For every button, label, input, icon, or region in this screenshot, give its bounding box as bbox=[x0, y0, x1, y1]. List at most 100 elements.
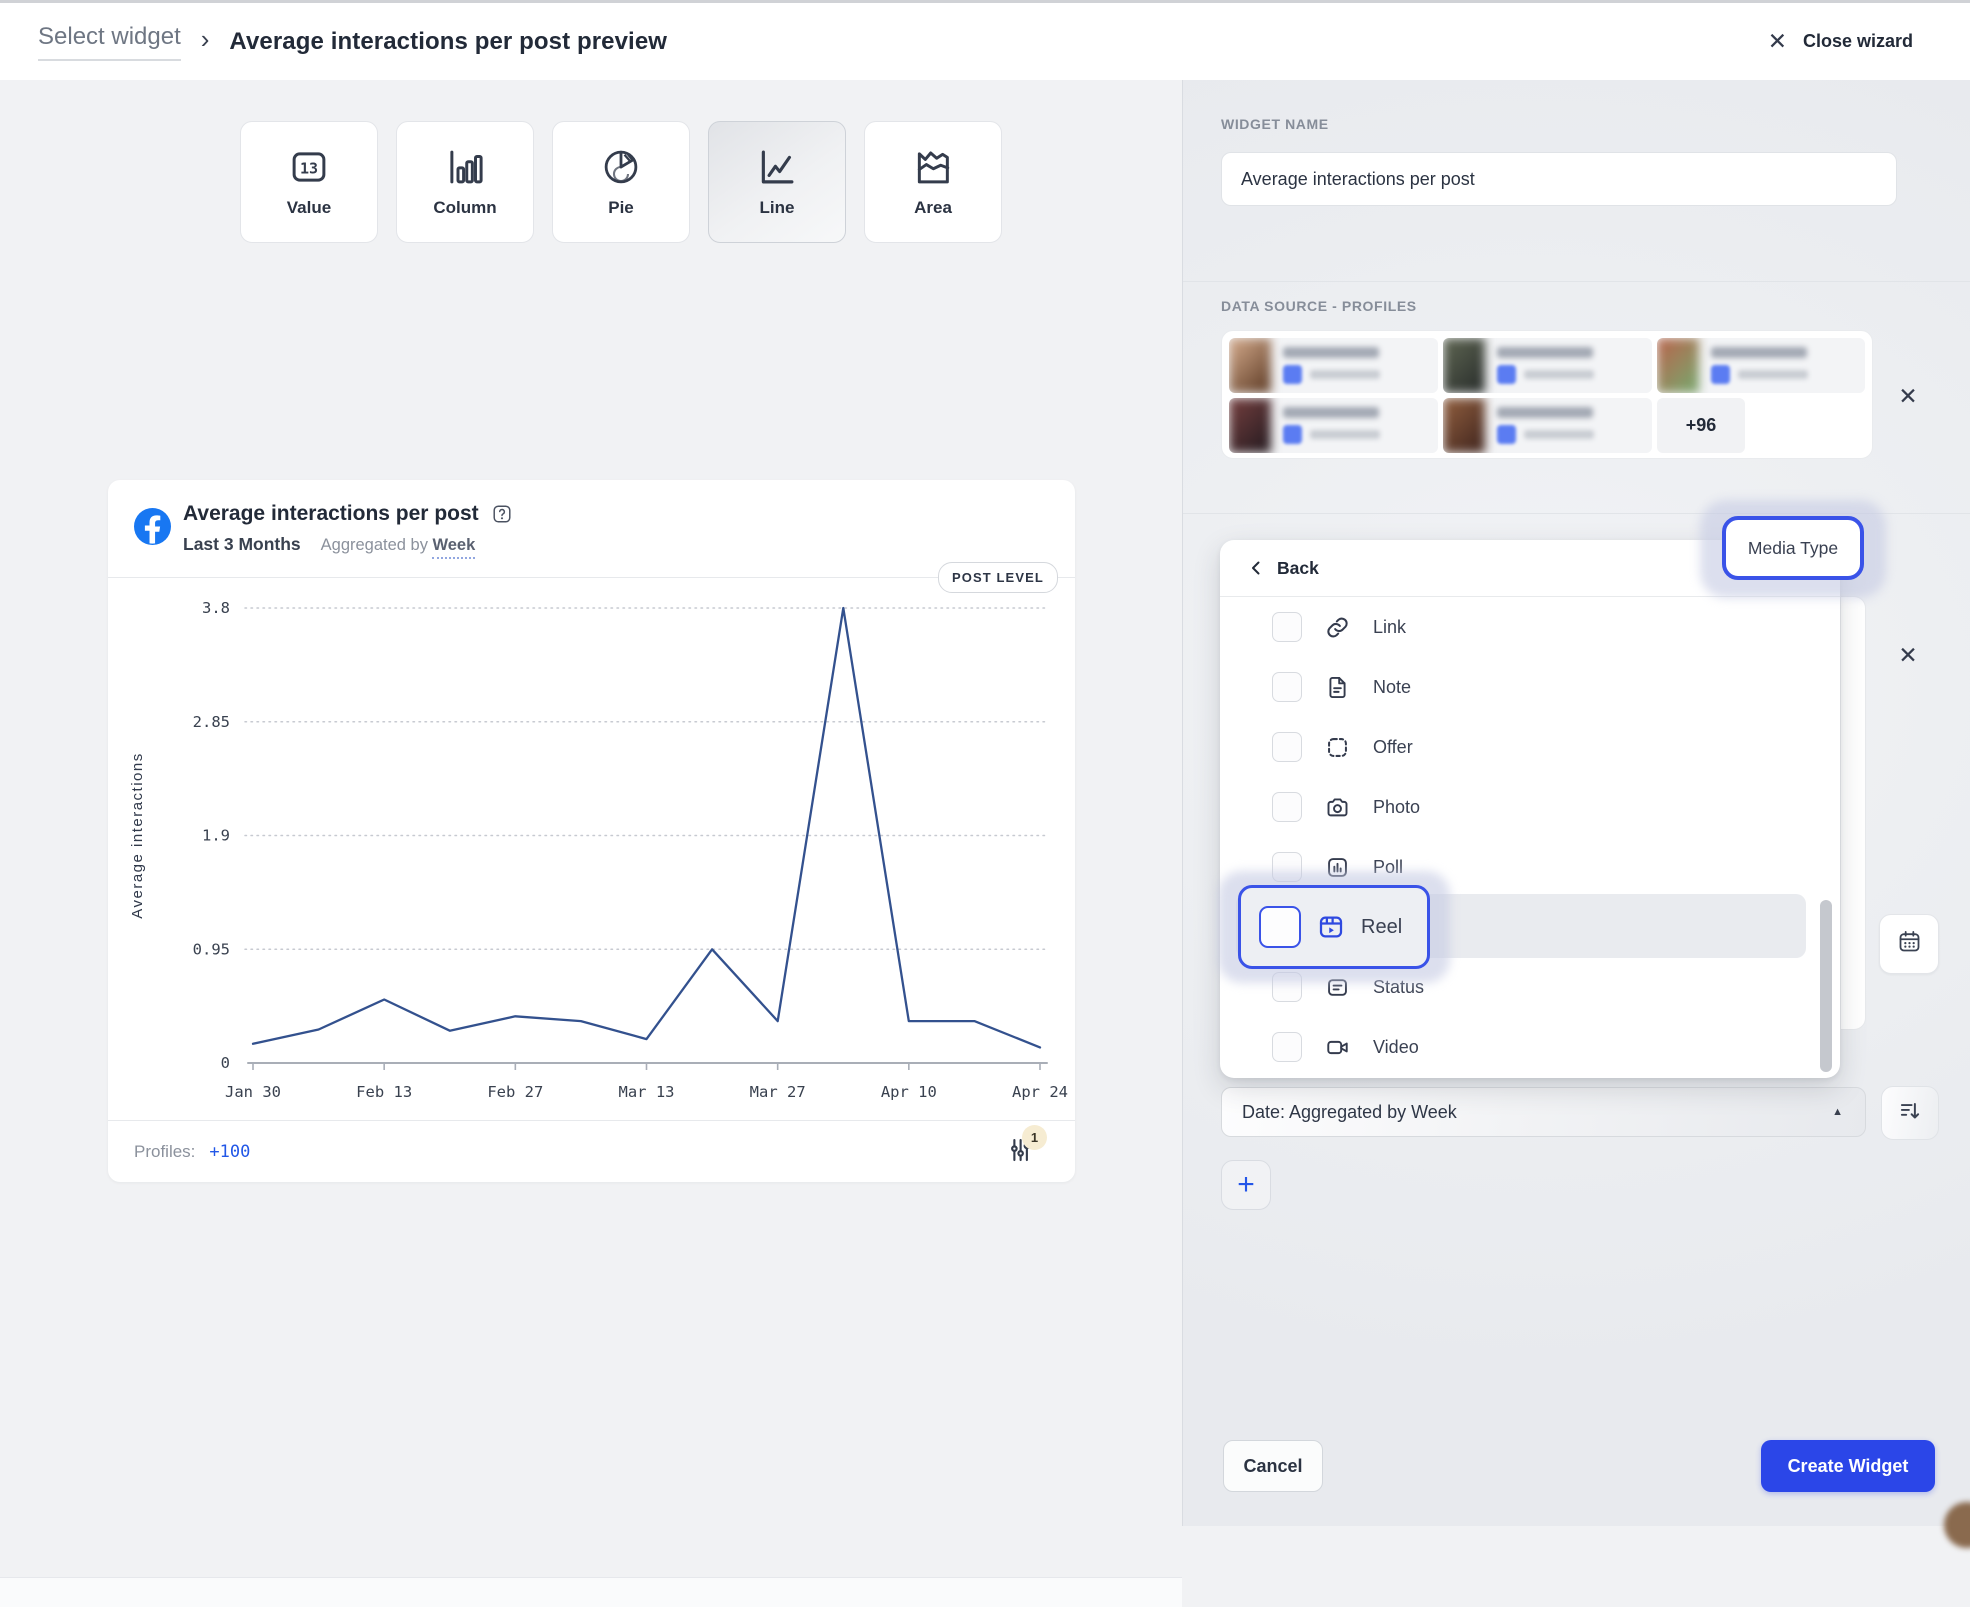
facebook-badge-icon bbox=[1497, 365, 1516, 384]
checkbox[interactable] bbox=[1272, 792, 1302, 822]
profile-chip[interactable] bbox=[1443, 338, 1652, 393]
media-type-label: Media Type bbox=[1748, 538, 1838, 559]
aggregated-by-label: Aggregated by bbox=[321, 536, 428, 554]
media-type-option-offer[interactable]: Offer bbox=[1220, 717, 1840, 777]
blurred-profile-meta bbox=[1738, 370, 1808, 379]
offer-icon bbox=[1324, 734, 1351, 761]
profile-chip[interactable] bbox=[1443, 398, 1652, 453]
sort-button[interactable] bbox=[1881, 1086, 1939, 1140]
profile-chip[interactable] bbox=[1229, 338, 1438, 393]
blurred-profile-meta bbox=[1524, 370, 1594, 379]
widget-name-input[interactable] bbox=[1221, 152, 1897, 206]
note-icon bbox=[1324, 674, 1351, 701]
remove-profiles-source-button[interactable]: ✕ bbox=[1893, 381, 1923, 411]
media-type-dropdown: Back LinkNoteOfferPhotoPollReelStatusVid… bbox=[1220, 540, 1840, 1078]
profile-info bbox=[1271, 398, 1438, 453]
calendar-icon bbox=[1896, 928, 1923, 960]
post-level-badge: POST LEVEL bbox=[938, 562, 1058, 593]
checkbox[interactable] bbox=[1272, 612, 1302, 642]
add-filter-button[interactable]: + bbox=[1221, 1160, 1271, 1210]
reel-option-label: Reel bbox=[1361, 916, 1402, 939]
profile-info bbox=[1485, 398, 1652, 453]
breadcrumb: Select widget › Average interactions per… bbox=[38, 23, 667, 61]
svg-text:0.95: 0.95 bbox=[193, 940, 230, 958]
chart-type-area[interactable]: Area bbox=[864, 121, 1002, 243]
svg-text:Average interactions: Average interactions bbox=[129, 752, 146, 918]
facebook-badge-icon bbox=[1283, 365, 1302, 384]
value-13-icon: 13 bbox=[288, 146, 330, 188]
media-type-option-label: Video bbox=[1373, 1037, 1419, 1058]
close-wizard-label: Close wizard bbox=[1803, 31, 1913, 52]
svg-text:Feb 13: Feb 13 bbox=[356, 1083, 412, 1101]
media-type-option-label: Link bbox=[1373, 617, 1406, 638]
sliders-icon bbox=[1005, 1152, 1035, 1169]
bottom-bar bbox=[0, 1577, 1182, 1607]
date-aggregation-label: Date: Aggregated by Week bbox=[1242, 1102, 1457, 1123]
reel-option-spotlight[interactable]: Reel bbox=[1238, 885, 1430, 969]
chart-type-value[interactable]: 13 Value bbox=[240, 121, 378, 243]
chart-type-label: Value bbox=[287, 198, 331, 218]
blurred-profile-name bbox=[1711, 347, 1807, 358]
caret-up-icon: ▲ bbox=[1832, 1106, 1843, 1118]
chevron-right-icon: › bbox=[201, 26, 210, 52]
chart-title: Average interactions per post bbox=[183, 502, 479, 526]
chevron-left-icon bbox=[1248, 560, 1264, 576]
media-type-option-photo[interactable]: Photo bbox=[1220, 777, 1840, 837]
close-icon: ✕ bbox=[1898, 644, 1917, 667]
media-type-option-note[interactable]: Note bbox=[1220, 657, 1840, 717]
help-icon[interactable] bbox=[491, 503, 513, 525]
cancel-button[interactable]: Cancel bbox=[1223, 1440, 1323, 1492]
svg-text:Feb 27: Feb 27 bbox=[487, 1083, 543, 1101]
chart-type-label: Column bbox=[433, 198, 496, 218]
back-label: Back bbox=[1277, 558, 1319, 579]
page-title: Average interactions per post preview bbox=[229, 28, 667, 56]
line-chart-icon bbox=[756, 146, 798, 188]
avatar bbox=[1443, 398, 1485, 453]
media-type-list: LinkNoteOfferPhotoPollReelStatusVideo bbox=[1220, 597, 1840, 1077]
blurred-profile-name bbox=[1497, 407, 1593, 418]
media-type-option-video[interactable]: Video bbox=[1220, 1017, 1840, 1077]
chart-type-pie[interactable]: Pie bbox=[552, 121, 690, 243]
checkbox[interactable] bbox=[1272, 732, 1302, 762]
checkbox[interactable] bbox=[1272, 1032, 1302, 1062]
column-chart-icon bbox=[444, 146, 486, 188]
card-divider bbox=[108, 577, 1075, 578]
media-type-option-link[interactable]: Link bbox=[1220, 597, 1840, 657]
facebook-icon bbox=[134, 508, 171, 545]
blurred-profile-meta bbox=[1310, 430, 1380, 439]
reel-checkbox[interactable] bbox=[1259, 906, 1301, 948]
filter-count-badge: 1 bbox=[1022, 1125, 1047, 1150]
profile-info bbox=[1485, 338, 1652, 393]
chart-type-label: Area bbox=[914, 198, 952, 218]
svg-text:Mar 27: Mar 27 bbox=[750, 1083, 806, 1101]
breadcrumb-select-widget[interactable]: Select widget bbox=[38, 23, 181, 61]
chart-type-label: Line bbox=[760, 198, 795, 218]
profiles-more-chip[interactable]: +96 bbox=[1657, 398, 1745, 453]
scrollbar-thumb[interactable] bbox=[1820, 900, 1832, 1072]
profile-chip[interactable] bbox=[1657, 338, 1865, 393]
chart-type-label: Pie bbox=[608, 198, 634, 218]
profiles-count-link[interactable]: +100 bbox=[209, 1142, 250, 1162]
media-type-spotlight[interactable]: Media Type bbox=[1722, 516, 1864, 580]
close-icon: ✕ bbox=[1768, 30, 1787, 53]
avatar bbox=[1657, 338, 1699, 393]
profile-chip[interactable] bbox=[1229, 398, 1438, 453]
remove-metric-button[interactable]: ✕ bbox=[1893, 640, 1923, 670]
date-aggregation-dropdown[interactable]: Date: Aggregated by Week ▲ bbox=[1221, 1087, 1866, 1137]
line-chart: Jan 30Feb 13Feb 27Mar 13Mar 27Apr 10Apr … bbox=[108, 480, 1075, 1120]
avatar bbox=[1443, 338, 1485, 393]
chart-filters-button[interactable]: 1 bbox=[1005, 1135, 1035, 1165]
card-footer: Profiles: +100 1 bbox=[108, 1121, 1075, 1182]
chart-type-line[interactable]: Line bbox=[708, 121, 846, 243]
facebook-badge-icon bbox=[1497, 425, 1516, 444]
svg-text:2.85: 2.85 bbox=[193, 713, 230, 731]
pie-chart-icon bbox=[600, 146, 642, 188]
create-widget-button[interactable]: Create Widget bbox=[1761, 1440, 1935, 1492]
checkbox[interactable] bbox=[1272, 672, 1302, 702]
aggregated-by-value[interactable]: Week bbox=[432, 536, 475, 559]
close-wizard-button[interactable]: ✕ Close wizard bbox=[1768, 3, 1913, 80]
chart-type-column[interactable]: Column bbox=[396, 121, 534, 243]
profiles-source-card[interactable]: +96 bbox=[1221, 330, 1873, 459]
calendar-button[interactable] bbox=[1879, 914, 1939, 974]
blurred-profile-meta bbox=[1310, 370, 1380, 379]
